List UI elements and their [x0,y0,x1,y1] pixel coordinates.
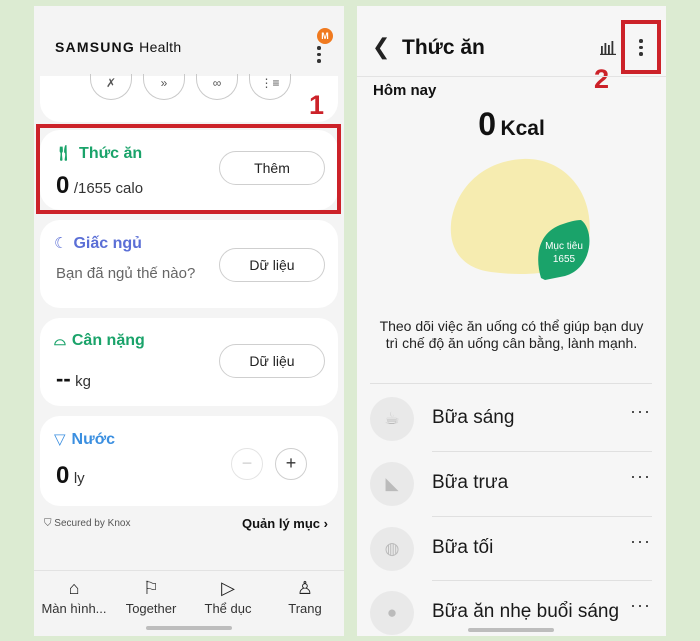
shortcut-icon-2[interactable]: » [143,74,185,100]
calorie-total: 0 Kcal [478,106,545,142]
meal-row-lunch[interactable]: ◣ Bữa trưa ··· [357,452,666,516]
moon-icon: ☾ [54,235,68,252]
more-horizontal-icon[interactable]: ··· [630,531,651,552]
more-options-icon[interactable] [317,46,321,66]
shortcut-icon-1[interactable]: ✗ [90,74,132,100]
app-logo: SAMSUNG Health [55,39,182,55]
sleep-subtitle: Bạn đã ngủ thế nào? [56,265,196,282]
shortcut-icon-4[interactable]: ⋮≡ [249,74,291,100]
bar-chart-icon[interactable] [600,39,616,55]
goal-label: Mục tiêu 1655 [545,241,583,265]
cup-icon: ▽ [54,431,66,448]
shortcut-card: ✗ » ∞ ⋮≡ [40,74,338,122]
weight-data-button[interactable]: Dữ liệu [219,344,325,378]
meal-row-breakfast[interactable]: ☕︎ Bữa sáng ··· [357,387,666,451]
gesture-bar [146,626,232,630]
page-title: Thức ăn [402,36,485,59]
water-increase-button[interactable]: + [275,448,307,480]
samsung-health-home-screen: SAMSUNG Health M ✗ » ∞ ⋮≡ 🍴︎ Thức ăn 0 /1… [34,6,344,636]
divider [370,383,652,384]
water-title: ▽ Nước [54,431,115,448]
weight-card[interactable]: ⌓ Cân nặng -- kg Dữ liệu [40,318,338,406]
nav-together[interactable]: ⚐ Together [112,577,190,616]
more-horizontal-icon[interactable]: ··· [630,466,651,487]
weight-title: ⌓ Cân nặng [54,332,145,349]
nav-home[interactable]: ⌂ Màn hình... [35,577,113,616]
highlight-box-1 [36,124,341,214]
water-card[interactable]: ▽ Nước 0 ly − + [40,416,338,506]
water-decrease-button[interactable]: − [231,448,263,480]
flag-icon: ⚐ [142,578,160,598]
breakfast-icon: ☕︎ [370,397,414,441]
food-detail-screen: ❮ Thức ăn 2 Hôm nay 0 Kcal Mục tiêu 1655… [357,6,666,636]
manage-items-link[interactable]: Quản lý mục › [242,516,328,531]
home-heart-icon: ⌂ [68,578,80,598]
dinner-icon: ◍ [370,527,414,571]
nav-fitness[interactable]: ▷ Thể dục [189,577,267,616]
weight-value: -- kg [56,366,91,391]
sleep-card[interactable]: ☾ Giấc ngủ Bạn đã ngủ thế nào? Dữ liệu [40,220,338,308]
highlight-box-2 [621,20,661,74]
play-calendar-icon: ▷ [221,578,235,598]
snack-icon: ● [370,591,414,635]
profile-badge[interactable]: M [317,28,333,44]
lunch-icon: ◣ [370,462,414,506]
person-icon: ♙ [296,578,314,598]
sleep-title: ☾ Giấc ngủ [54,235,142,252]
more-horizontal-icon[interactable]: ··· [630,595,651,616]
gesture-bar [468,628,554,632]
meal-row-dinner[interactable]: ◍ Bữa tối ··· [357,517,666,581]
annotation-number-2: 2 [594,64,610,94]
app-header: SAMSUNG Health M [34,6,344,76]
scale-icon: ⌓ [54,332,66,349]
header-divider [357,76,666,77]
secured-by-knox: ⛉ Secured by Knox [44,518,131,529]
water-value: 0 ly [56,462,85,489]
description-text: Theo dõi việc ăn uống có thể giúp bạn du… [379,318,644,351]
sleep-data-button[interactable]: Dữ liệu [219,248,325,282]
annotation-number-1: 1 [309,90,325,120]
nav-profile[interactable]: ♙ Trang [266,577,344,616]
today-label: Hôm nay [373,82,437,99]
back-arrow-icon[interactable]: ❮ [372,34,390,60]
shortcut-icon-3[interactable]: ∞ [196,74,238,100]
more-horizontal-icon[interactable]: ··· [630,401,651,422]
